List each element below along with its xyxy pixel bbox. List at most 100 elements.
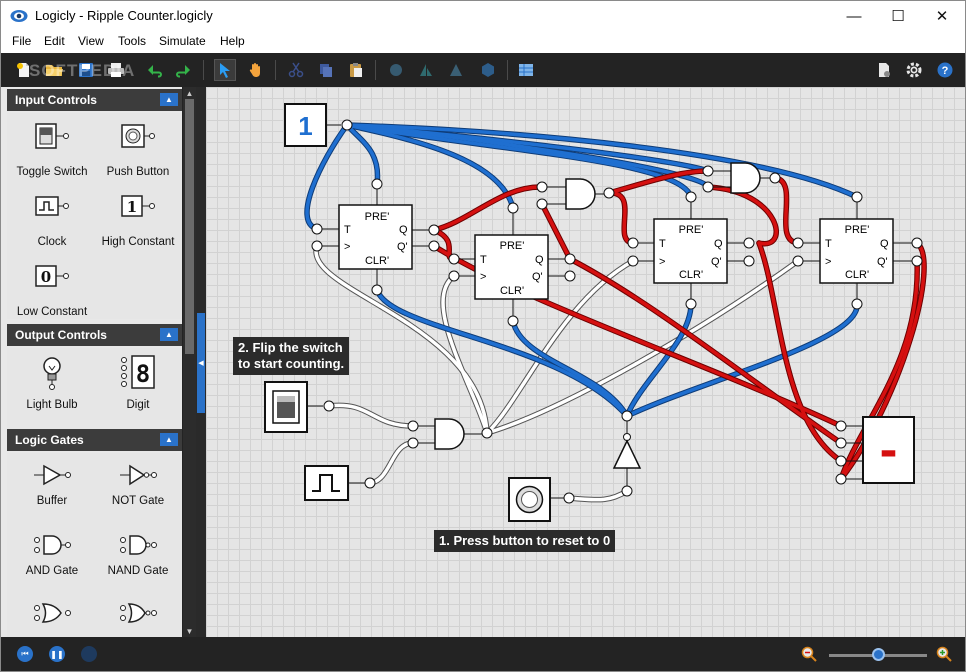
toggle-switch[interactable]: [264, 381, 335, 433]
copy-icon[interactable]: [315, 59, 337, 81]
collapse-section-button[interactable]: ▲: [160, 433, 178, 446]
and-gate-icon: [34, 535, 71, 555]
callout-flip-switch: 2. Flip the switch to start counting.: [233, 337, 350, 375]
svg-text:Q': Q': [397, 241, 408, 253]
digit-icon: 8: [121, 355, 155, 389]
select-tool-icon[interactable]: [214, 59, 236, 81]
zoom-out-icon[interactable]: [801, 646, 817, 662]
pause-icon[interactable]: ❚❚: [49, 646, 65, 662]
not-gate[interactable]: [612, 410, 642, 497]
nand-gate-icon: [120, 535, 157, 555]
redo-icon[interactable]: [171, 59, 193, 81]
step-back-icon[interactable]: ⏮: [17, 646, 33, 662]
section-output-controls[interactable]: Output Controls ▲: [7, 324, 182, 346]
svg-text:PRE': PRE': [845, 224, 870, 236]
export-page-icon[interactable]: [873, 59, 895, 81]
component-sidebar: Input Controls ▲ Toggle Switch Push Butt…: [1, 87, 196, 637]
svg-text:>: >: [825, 256, 831, 268]
svg-text:CLR': CLR': [365, 255, 389, 267]
item-label: NAND Gate: [107, 565, 169, 577]
section-title: Output Controls: [15, 328, 107, 342]
section-input-controls[interactable]: Input Controls ▲: [7, 89, 182, 111]
maximize-button[interactable]: ☐: [875, 1, 921, 31]
flip-vertical-icon[interactable]: [445, 59, 467, 81]
circuit-canvas[interactable]: 1 PRE' T > CLR' Q Q' PRE' T > CLR' Q Q' …: [206, 87, 965, 637]
digit-value: -: [875, 426, 902, 477]
and-gate-1[interactable]: [536, 178, 615, 210]
minimize-button[interactable]: —: [831, 1, 877, 31]
svg-text:PRE': PRE': [365, 211, 390, 223]
toolbar: ? SOFTPEDIA: [1, 53, 965, 87]
cut-icon[interactable]: [285, 59, 307, 81]
logic-gates-body: Buffer NOT Gate AND Gate NAND Gate: [7, 453, 182, 637]
callout-press-button: 1. Press button to reset to 0: [434, 530, 616, 552]
wires-high-fill: [305, 123, 859, 418]
and-gate-3[interactable]: [407, 418, 493, 450]
scroll-down-arrow-icon[interactable]: ▼: [183, 625, 196, 637]
item-label: NOT Gate: [111, 495, 165, 507]
t-flipflop-4[interactable]: PRE' T > CLR' Q Q': [792, 191, 923, 310]
svg-text:Q': Q': [711, 256, 722, 268]
low-constant-icon: 0: [35, 265, 69, 287]
push-button[interactable]: [508, 477, 575, 522]
menu-help[interactable]: Help: [220, 34, 245, 48]
sidebar-scrollbar[interactable]: ▲ ▼: [183, 87, 196, 637]
input-controls-body: Toggle Switch Push Button Clock 1 High C…: [7, 113, 182, 319]
component-palette: Input Controls ▲ Toggle Switch Push Butt…: [1, 87, 182, 637]
step-icon[interactable]: [81, 646, 97, 662]
rotate-icon[interactable]: [385, 59, 407, 81]
svg-text:CLR': CLR': [679, 269, 703, 281]
menu-edit[interactable]: Edit: [44, 34, 65, 48]
push-button-icon: [121, 124, 155, 148]
softpedia-watermark: SOFTPEDIA: [29, 61, 136, 80]
menu-view[interactable]: View: [78, 34, 104, 48]
help-icon[interactable]: ?: [934, 59, 956, 81]
section-title: Input Controls: [15, 93, 97, 107]
svg-text:CLR': CLR': [845, 269, 869, 281]
svg-text:T: T: [480, 254, 487, 266]
zoom-slider-thumb[interactable]: [871, 648, 885, 661]
window-title: Logicly - Ripple Counter.logicly: [35, 8, 213, 23]
toggle-switch-icon: [35, 123, 69, 149]
high-constant-value: 1: [298, 111, 312, 141]
truth-table-icon[interactable]: [515, 59, 537, 81]
integrated-circuit-icon[interactable]: [477, 59, 499, 81]
flip-horizontal-icon[interactable]: [415, 59, 437, 81]
pan-hand-icon[interactable]: [245, 59, 267, 81]
item-label: Buffer: [36, 495, 68, 507]
svg-text:>: >: [480, 271, 486, 283]
high-constant[interactable]: 1: [284, 103, 353, 147]
clock[interactable]: [304, 465, 376, 501]
svg-text:T: T: [344, 224, 351, 236]
settings-gear-icon[interactable]: [903, 59, 925, 81]
collapse-sidebar-icon[interactable]: ◀: [197, 313, 205, 413]
logicly-app-icon: [10, 10, 28, 22]
light-bulb-icon: [43, 357, 61, 390]
item-label: Light Bulb: [26, 399, 78, 411]
high-constant-glyph: 1: [127, 198, 137, 216]
item-label: Low Constant: [16, 306, 88, 318]
low-constant-glyph: 0: [41, 268, 51, 286]
sidebar-splitter[interactable]: ◀: [196, 87, 206, 637]
status-bar: ⏮ ❚❚: [1, 637, 965, 671]
zoom-in-icon[interactable]: [936, 646, 952, 662]
section-logic-gates[interactable]: Logic Gates ▲: [7, 429, 182, 451]
undo-icon[interactable]: [145, 59, 167, 81]
svg-text:Q: Q: [880, 238, 889, 250]
paste-icon[interactable]: [345, 59, 367, 81]
svg-text:PRE': PRE': [679, 224, 704, 236]
item-label: Push Button: [106, 166, 170, 178]
collapse-section-button[interactable]: ▲: [160, 93, 178, 106]
collapse-section-button[interactable]: ▲: [160, 328, 178, 341]
scrollbar-thumb[interactable]: [185, 99, 194, 354]
close-button[interactable]: ✕: [919, 1, 965, 31]
menu-tools[interactable]: Tools: [118, 34, 146, 48]
output-controls-body: Light Bulb 8 Digit: [7, 348, 182, 430]
t-flipflop-3[interactable]: PRE' T > CLR' Q Q': [627, 191, 755, 310]
menu-simulate[interactable]: Simulate: [159, 34, 206, 48]
scroll-up-arrow-icon[interactable]: ▲: [183, 87, 196, 99]
item-label: Digit: [126, 399, 150, 411]
menu-file[interactable]: File: [12, 34, 31, 48]
not-gate-icon: [120, 464, 157, 486]
wires-low-fill: [314, 244, 800, 502]
